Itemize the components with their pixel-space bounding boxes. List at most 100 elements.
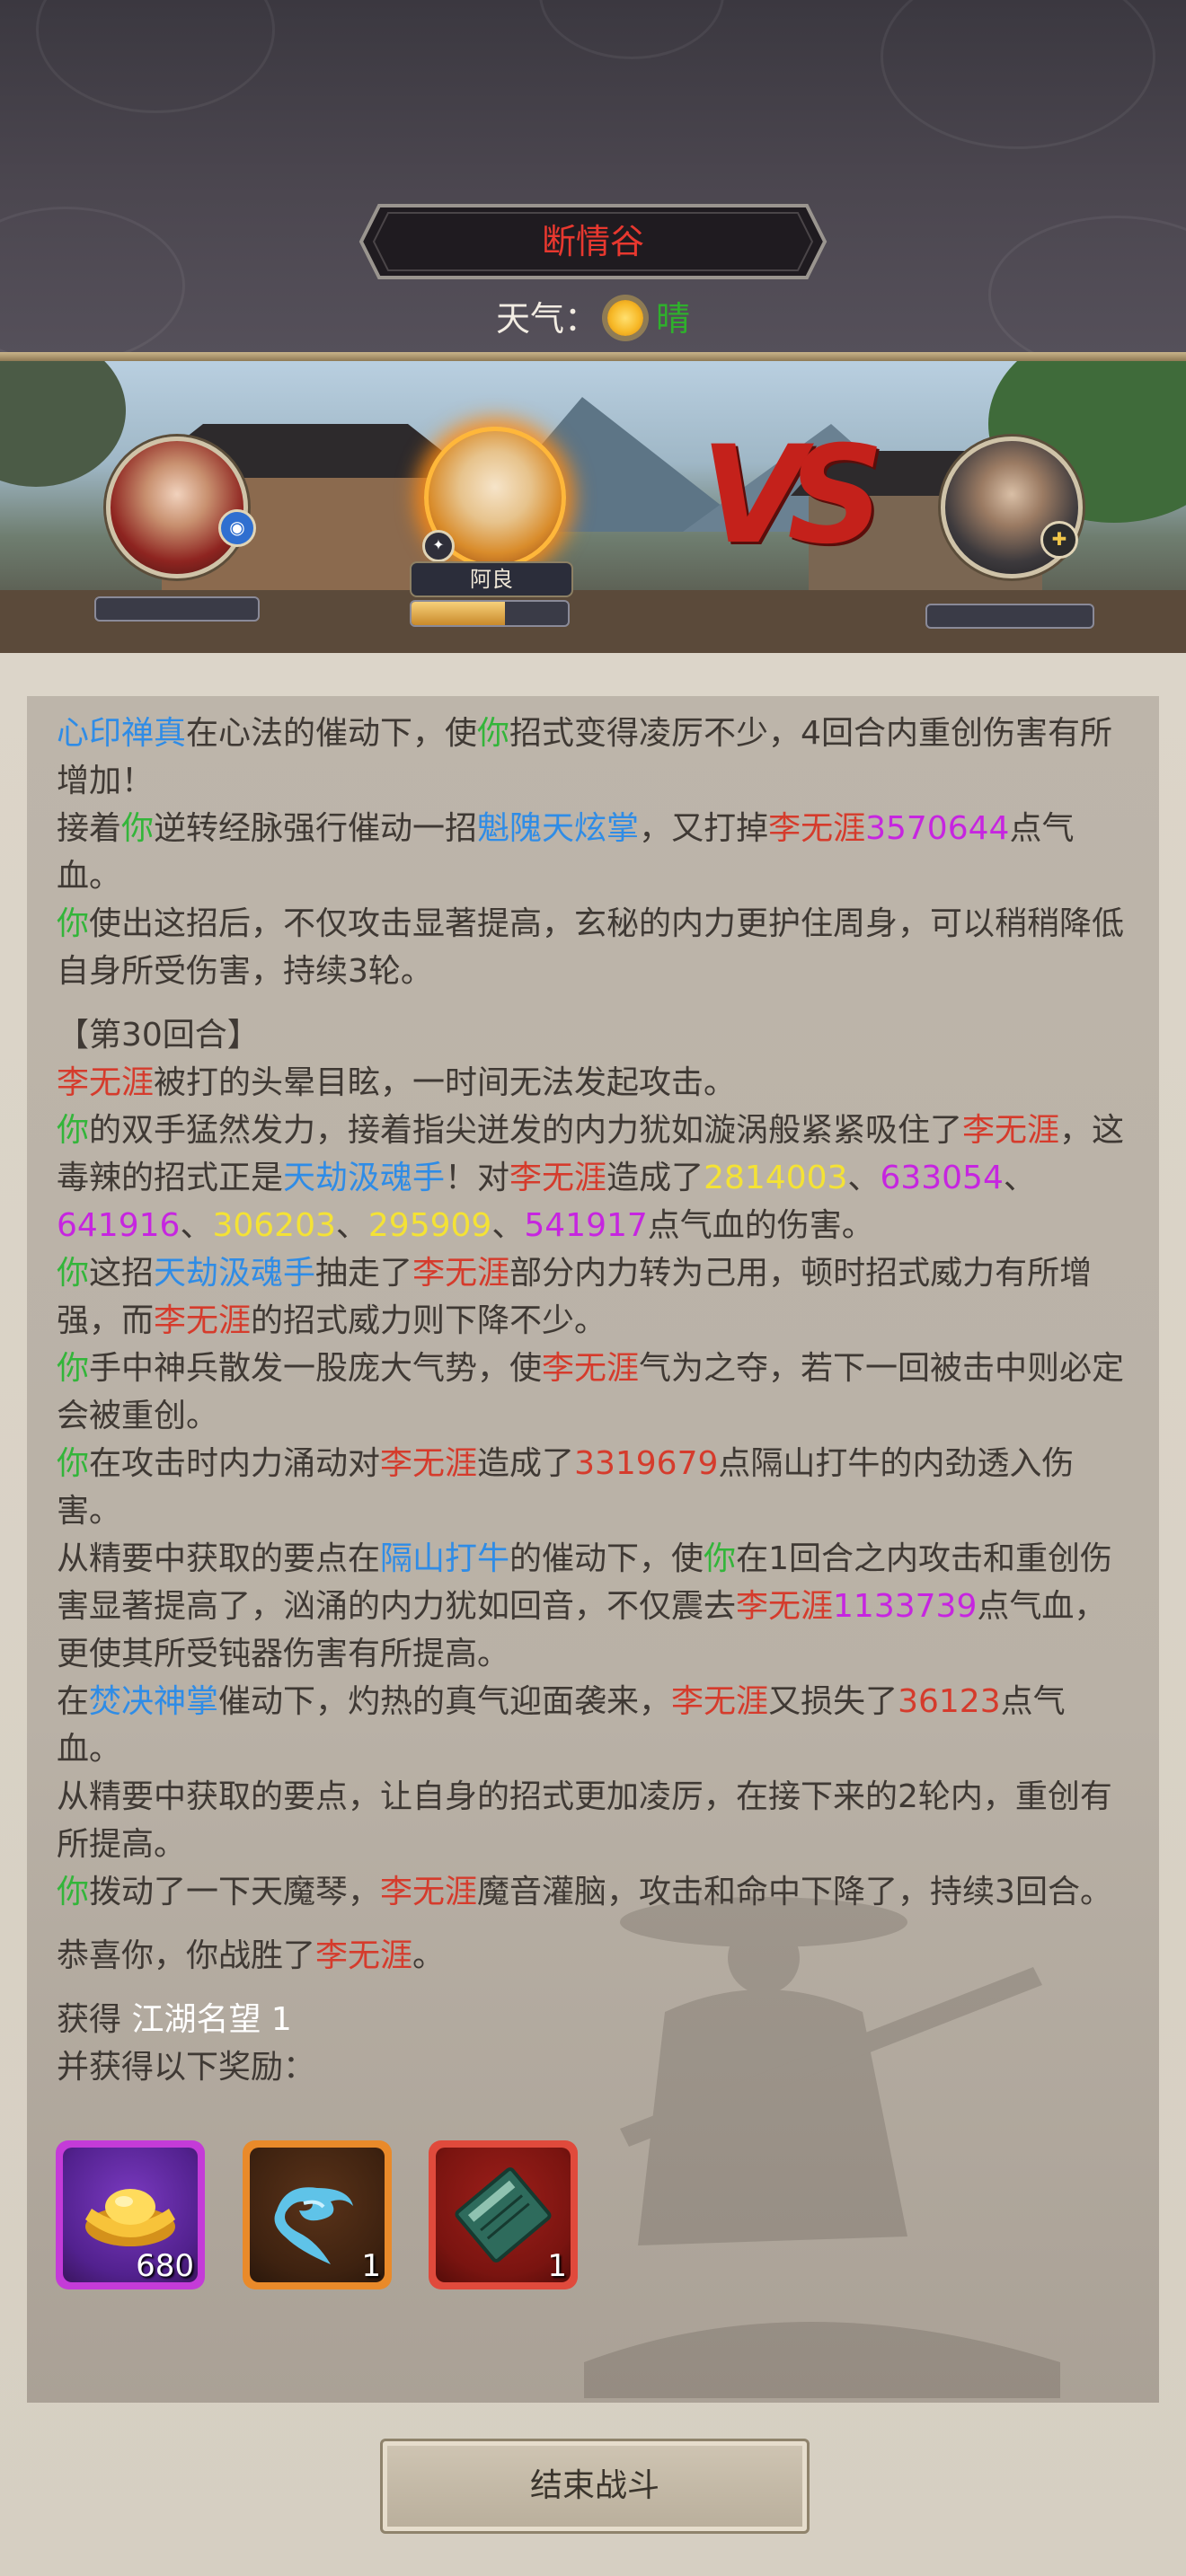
log-text: 造成了 bbox=[606, 1160, 704, 1196]
player-ref: 你 bbox=[121, 810, 155, 847]
enemy-name: 李无涯 bbox=[154, 1302, 252, 1339]
log-text: 造成了 bbox=[477, 1445, 575, 1482]
skill-name: 心印禅真 bbox=[57, 715, 187, 752]
center-hero-hp-bar bbox=[410, 600, 570, 627]
enemy-name: 李无涯 bbox=[671, 1683, 769, 1720]
end-battle-button[interactable]: 结束战斗 bbox=[380, 2439, 810, 2534]
rewards-intro: 并获得以下奖励： bbox=[57, 2049, 316, 2086]
reward-label: 获得 bbox=[57, 2001, 132, 2038]
reward-item-cloud-token[interactable]: 1 bbox=[243, 2140, 392, 2289]
gold-element-icon: ✚ bbox=[1040, 521, 1078, 559]
location-title-plate: 断情谷 bbox=[358, 202, 828, 281]
player-ref: 你 bbox=[57, 1112, 90, 1149]
separator: 、 bbox=[1003, 1160, 1036, 1196]
log-text: 催动下，灼热的真气迎面袭来， bbox=[218, 1683, 672, 1720]
separator: 、 bbox=[180, 1207, 213, 1244]
round-header: 【第30回合】 bbox=[57, 1017, 260, 1054]
right-hero-hp-bar bbox=[925, 604, 1094, 629]
player-ref: 你 bbox=[477, 715, 510, 752]
player-ref: 你 bbox=[704, 1540, 737, 1577]
log-text: 又损失了 bbox=[768, 1683, 898, 1720]
enemy-name: 李无涯 bbox=[412, 1255, 510, 1292]
log-line: 你的双手猛然发力，接着指尖迸发的内力犹如漩涡般紧紧吸住了李无涯，这毒辣的招式正是… bbox=[57, 1107, 1128, 1249]
log-text: ，又打掉 bbox=[639, 810, 769, 847]
reputation-reward-line: 获得 江湖名望 1 bbox=[57, 1996, 1128, 2043]
log-text: 使出这招后，不仅攻击显著提高，玄秘的内力更护住周身，可以稍稍降低自身所受伤害，持… bbox=[57, 905, 1125, 990]
enemy-name: 李无涯 bbox=[962, 1112, 1060, 1149]
skill-name: 天劫汲魂手 bbox=[154, 1255, 316, 1292]
cloud-pattern bbox=[881, 0, 1155, 149]
log-text: 逆转经脉强行催动一招 bbox=[154, 810, 478, 847]
log-line: 你这招天劫汲魂手抽走了李无涯部分内力转为己用，顿时招式威力有所增强，而李无涯的招… bbox=[57, 1249, 1128, 1345]
log-line: 你拨动了一下天魔琴，李无涯魔音灌脑，攻击和命中下降了，持续3回合。 bbox=[57, 1868, 1128, 1916]
log-text: 魔音灌脑，攻击和命中下降了，持续3回合。 bbox=[477, 1874, 1112, 1910]
weather-value: 晴 bbox=[656, 299, 691, 339]
log-text: 接着 bbox=[57, 810, 122, 847]
enemy-name: 李无涯 bbox=[768, 810, 866, 847]
damage-number: 3570644 bbox=[865, 810, 1010, 847]
log-text: 。 bbox=[412, 1937, 446, 1974]
player-ref: 你 bbox=[57, 1350, 90, 1387]
damage-number: 295909 bbox=[367, 1207, 492, 1244]
damage-number: 541917 bbox=[524, 1207, 648, 1244]
damage-number: 1133739 bbox=[833, 1588, 978, 1625]
reward-item-green-book[interactable]: 1 bbox=[429, 2140, 578, 2289]
enemy-name: 李无涯 bbox=[57, 1064, 155, 1101]
reward-item-count: 1 bbox=[547, 2248, 567, 2284]
weather-label: 天气： bbox=[495, 299, 598, 339]
center-hero-name: 阿良 bbox=[410, 561, 573, 597]
damage-number: 633054 bbox=[880, 1160, 1004, 1196]
cloud-pattern bbox=[539, 0, 724, 59]
weather-row: 天气： 晴 bbox=[0, 293, 1186, 345]
tree-scenery bbox=[0, 361, 126, 487]
battle-log: 心印禅真在心法的催动下，使你招式变得凌厉不少，4回合内重创伤害有所增加！ 接着你… bbox=[57, 710, 1128, 2091]
left-hero-hp-bar bbox=[94, 596, 260, 622]
log-text: 的招式威力则下降不少。 bbox=[251, 1302, 607, 1339]
enemy-name: 李无涯 bbox=[315, 1937, 413, 1974]
header-divider bbox=[0, 352, 1186, 361]
log-text: ！对 bbox=[445, 1160, 510, 1196]
enemy-name: 李无涯 bbox=[380, 1874, 478, 1910]
log-text: 手中神兵散发一股庞大气势，使 bbox=[89, 1350, 543, 1387]
skill-name: 天劫汲魂手 bbox=[283, 1160, 446, 1196]
log-text: 在 bbox=[57, 1683, 90, 1720]
log-line: 在焚决神掌催动下，灼热的真气迎面袭来，李无涯又损失了36123点气血。 bbox=[57, 1678, 1128, 1773]
log-text: 恭喜你，你战胜了 bbox=[57, 1937, 316, 1974]
log-text: 这招 bbox=[89, 1255, 155, 1292]
log-line: 你使出这招后，不仅攻击显著提高，玄秘的内力更护住周身，可以稍稍降低自身所受伤害，… bbox=[57, 900, 1128, 995]
victory-line: 恭喜你，你战胜了李无涯。 bbox=[57, 1932, 1128, 1980]
damage-number: 2814003 bbox=[704, 1160, 848, 1196]
sun-icon bbox=[607, 299, 643, 336]
element-icon: ✦ bbox=[422, 530, 455, 562]
log-text: 点气血的伤害。 bbox=[647, 1207, 874, 1244]
center-hero-hp-fill bbox=[412, 602, 506, 625]
log-text: 的催动下，使 bbox=[509, 1540, 704, 1577]
skill-name: 魁隗天炫掌 bbox=[477, 810, 640, 847]
damage-number: 3319679 bbox=[574, 1445, 719, 1482]
reward-item-count: 680 bbox=[136, 2248, 194, 2284]
log-text: 从精要中获取的要点在 bbox=[57, 1540, 381, 1577]
log-text: 被打的头晕目眩，一时间无法发起攻击。 bbox=[154, 1064, 737, 1101]
log-line: 从精要中获取的要点在隔山打牛的催动下，使你在1回合之内攻击和重创伤害显著提高了，… bbox=[57, 1535, 1128, 1678]
enemy-name: 李无涯 bbox=[380, 1445, 478, 1482]
log-text: 抽走了 bbox=[315, 1255, 413, 1292]
player-ref: 你 bbox=[57, 1445, 90, 1482]
skill-name: 隔山打牛 bbox=[380, 1540, 510, 1577]
log-line: 从精要中获取的要点，让自身的招式更加凌厉，在接下来的2轮内，重创有所提高。 bbox=[57, 1778, 1112, 1863]
location-title: 断情谷 bbox=[541, 222, 644, 261]
log-line: 你手中神兵散发一股庞大气势，使李无涯气为之夺，若下一回被击中则必定会被重创。 bbox=[57, 1345, 1128, 1440]
left-hero-avatar[interactable] bbox=[106, 437, 248, 578]
log-line: 李无涯被打的头晕目眩，一时间无法发起攻击。 bbox=[57, 1059, 1128, 1107]
log-text: 在心法的催动下，使 bbox=[186, 715, 478, 752]
enemy-name: 李无涯 bbox=[736, 1588, 834, 1625]
separator: 、 bbox=[335, 1207, 368, 1244]
player-ref: 你 bbox=[57, 905, 90, 942]
enemy-name: 李无涯 bbox=[509, 1160, 607, 1196]
damage-number: 641916 bbox=[57, 1207, 181, 1244]
log-line: 心印禅真在心法的催动下，使你招式变得凌厉不少，4回合内重创伤害有所增加！ bbox=[57, 710, 1128, 805]
skill-name: 焚决神掌 bbox=[89, 1683, 219, 1720]
reward-item-gold-ingot[interactable]: 680 bbox=[56, 2140, 205, 2289]
